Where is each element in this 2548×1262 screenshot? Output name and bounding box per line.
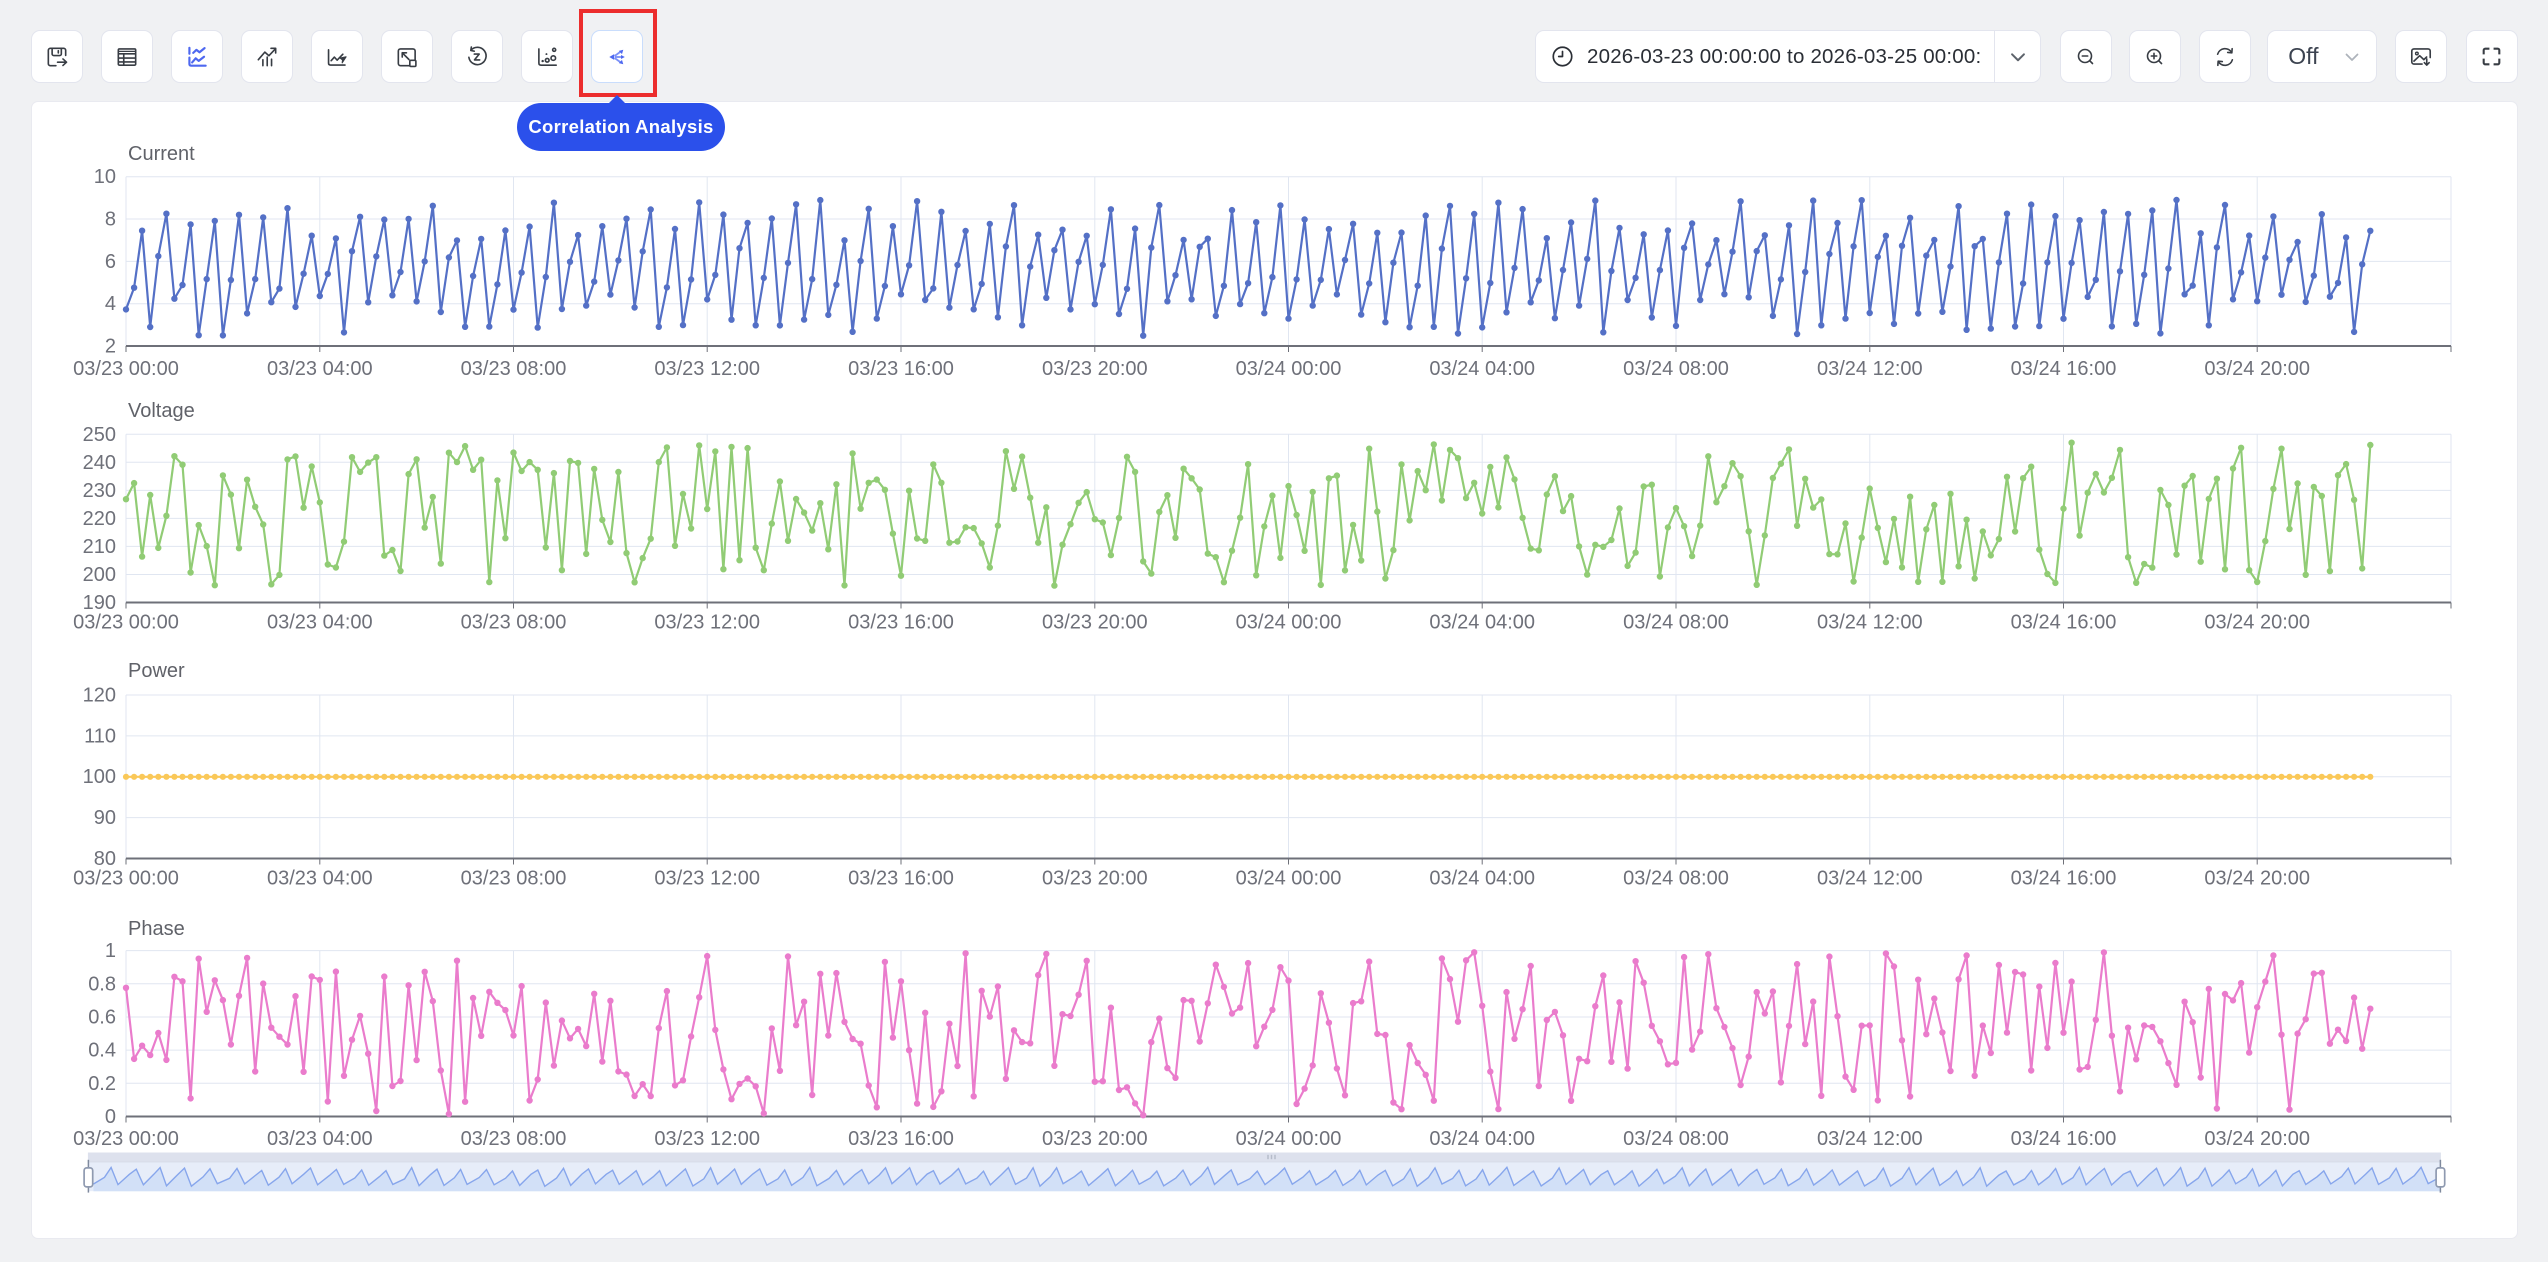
svg-text:4: 4 (105, 293, 116, 315)
svg-text:03/24 08:00: 03/24 08:00 (1623, 358, 1729, 380)
svg-text:03/24 20:00: 03/24 20:00 (2204, 868, 2310, 890)
svg-text:110: 110 (84, 725, 116, 747)
svg-text:03/24 04:00: 03/24 04:00 (1429, 1128, 1535, 1150)
svg-text:Phase: Phase (128, 918, 185, 940)
svg-text:03/23 12:00: 03/23 12:00 (654, 1128, 760, 1150)
svg-text:03/24 16:00: 03/24 16:00 (2011, 612, 2117, 634)
svg-text:Power: Power (128, 660, 185, 682)
svg-text:03/23 20:00: 03/23 20:00 (1042, 1128, 1148, 1150)
svg-text:6: 6 (105, 251, 116, 273)
svg-text:8: 8 (105, 209, 116, 231)
svg-text:230: 230 (83, 480, 116, 502)
svg-text:10: 10 (94, 166, 116, 188)
svg-text:03/23 16:00: 03/23 16:00 (848, 1128, 954, 1150)
svg-text:03/24 20:00: 03/24 20:00 (2204, 358, 2310, 380)
svg-text:03/23 08:00: 03/23 08:00 (461, 358, 567, 380)
svg-text:0.6: 0.6 (88, 1007, 116, 1029)
svg-text:03/24 16:00: 03/24 16:00 (2011, 1128, 2117, 1150)
svg-text:Current: Current (128, 143, 195, 165)
svg-text:03/24 12:00: 03/24 12:00 (1817, 612, 1923, 634)
svg-text:03/24 20:00: 03/24 20:00 (2204, 612, 2310, 634)
svg-text:03/24 16:00: 03/24 16:00 (2011, 358, 2117, 380)
svg-text:Voltage: Voltage (128, 400, 195, 422)
svg-text:2: 2 (105, 336, 116, 358)
svg-text:03/23 00:00: 03/23 00:00 (73, 612, 179, 634)
svg-text:200: 200 (83, 564, 116, 586)
svg-text:03/23 20:00: 03/23 20:00 (1042, 612, 1148, 634)
svg-text:03/23 04:00: 03/23 04:00 (267, 612, 373, 634)
svg-text:03/23 16:00: 03/23 16:00 (848, 358, 954, 380)
svg-text:03/23 12:00: 03/23 12:00 (654, 358, 760, 380)
svg-text:240: 240 (83, 452, 116, 474)
svg-text:0.2: 0.2 (88, 1073, 116, 1095)
svg-text:0.4: 0.4 (88, 1040, 116, 1062)
svg-text:03/23 00:00: 03/23 00:00 (73, 1128, 179, 1150)
svg-text:03/24 08:00: 03/24 08:00 (1623, 612, 1729, 634)
svg-text:03/23 16:00: 03/23 16:00 (848, 612, 954, 634)
svg-text:03/23 16:00: 03/23 16:00 (848, 868, 954, 890)
svg-text:100: 100 (83, 766, 116, 788)
svg-text:03/24 12:00: 03/24 12:00 (1817, 358, 1923, 380)
svg-text:90: 90 (94, 807, 116, 829)
svg-text:03/23 20:00: 03/23 20:00 (1042, 358, 1148, 380)
svg-text:03/24 16:00: 03/24 16:00 (2011, 868, 2117, 890)
svg-text:03/24 20:00: 03/24 20:00 (2204, 1128, 2310, 1150)
svg-text:03/23 08:00: 03/23 08:00 (461, 1128, 567, 1150)
svg-text:03/24 00:00: 03/24 00:00 (1236, 868, 1342, 890)
svg-text:03/24 00:00: 03/24 00:00 (1236, 358, 1342, 380)
svg-text:250: 250 (83, 424, 116, 446)
svg-text:03/23 00:00: 03/23 00:00 (73, 358, 179, 380)
svg-text:210: 210 (83, 536, 116, 558)
svg-text:03/23 12:00: 03/23 12:00 (654, 612, 760, 634)
svg-text:03/23 04:00: 03/23 04:00 (267, 358, 373, 380)
svg-text:03/23 20:00: 03/23 20:00 (1042, 868, 1148, 890)
svg-text:0.8: 0.8 (88, 973, 116, 995)
svg-text:03/24 04:00: 03/24 04:00 (1429, 868, 1535, 890)
svg-text:03/24 12:00: 03/24 12:00 (1817, 868, 1923, 890)
svg-text:03/23 08:00: 03/23 08:00 (461, 612, 567, 634)
svg-text:03/24 04:00: 03/24 04:00 (1429, 358, 1535, 380)
svg-text:0: 0 (105, 1106, 116, 1128)
svg-text:03/24 00:00: 03/24 00:00 (1236, 1128, 1342, 1150)
svg-text:03/23 12:00: 03/23 12:00 (654, 868, 760, 890)
svg-text:03/23 04:00: 03/23 04:00 (267, 1128, 373, 1150)
svg-text:03/24 08:00: 03/24 08:00 (1623, 868, 1729, 890)
svg-text:03/24 00:00: 03/24 00:00 (1236, 612, 1342, 634)
svg-text:220: 220 (83, 508, 116, 530)
svg-text:120: 120 (83, 685, 116, 707)
svg-text:03/24 04:00: 03/24 04:00 (1429, 612, 1535, 634)
svg-text:03/24 12:00: 03/24 12:00 (1817, 1128, 1923, 1150)
svg-text:03/23 04:00: 03/23 04:00 (267, 868, 373, 890)
svg-text:1: 1 (105, 940, 116, 962)
svg-text:03/24 08:00: 03/24 08:00 (1623, 1128, 1729, 1150)
svg-text:03/23 08:00: 03/23 08:00 (461, 868, 567, 890)
svg-text:03/23 00:00: 03/23 00:00 (73, 868, 179, 890)
